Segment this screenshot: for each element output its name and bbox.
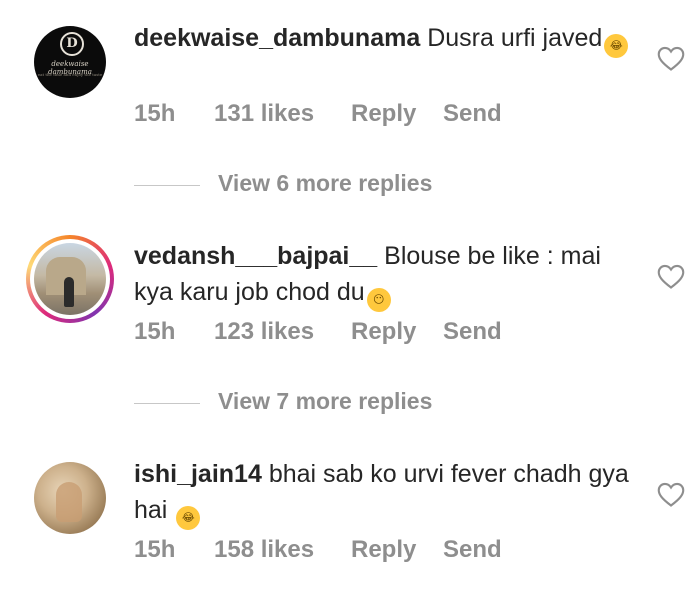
comment-username[interactable]: deekwaise_dambunama bbox=[134, 24, 420, 52]
comment-text: ishi_jain14 bhai sab ko urvi fever chadh… bbox=[134, 456, 634, 530]
comment-time: 15h bbox=[134, 100, 176, 127]
logo-initial: D bbox=[60, 32, 84, 56]
tears-of-joy-emoji-icon: 😂 bbox=[176, 506, 201, 530]
avatar bbox=[34, 243, 106, 315]
comment-time: 15h bbox=[134, 536, 176, 563]
reply-button[interactable]: Reply bbox=[351, 100, 416, 128]
logo-tagline: eat the time and enjoy the taste bbox=[37, 72, 103, 77]
avatar-figure-shape bbox=[56, 482, 82, 522]
comment-username[interactable]: vedansh___bajpai__ bbox=[134, 242, 377, 270]
flushed-face-emoji-icon: 😶 bbox=[366, 288, 391, 312]
comment-likes[interactable]: 131 likes bbox=[214, 100, 314, 128]
view-more-replies-label: View 6 more replies bbox=[218, 170, 433, 196]
reply-button[interactable]: Reply bbox=[351, 536, 416, 564]
divider-line bbox=[134, 403, 200, 404]
comment-time: 15h bbox=[134, 318, 176, 345]
comment-text: vedansh___bajpai__ Blouse be like : mai … bbox=[134, 238, 634, 312]
comment-likes[interactable]: 158 likes bbox=[214, 536, 314, 564]
avatar-story-ring[interactable] bbox=[26, 235, 114, 323]
send-button[interactable]: Send bbox=[443, 100, 502, 128]
divider-line bbox=[134, 185, 200, 186]
heart-outline-icon[interactable] bbox=[657, 482, 685, 508]
comment-text: deekwaise_dambunama Dusra urfi javed 😂 bbox=[134, 20, 634, 58]
send-button[interactable]: Send bbox=[443, 536, 502, 564]
view-more-replies[interactable]: View 7 more replies bbox=[134, 388, 534, 418]
avatar[interactable] bbox=[34, 462, 106, 534]
heart-outline-icon[interactable] bbox=[657, 264, 685, 290]
send-button[interactable]: Send bbox=[443, 318, 502, 346]
comment-likes[interactable]: 123 likes bbox=[214, 318, 314, 346]
heart-outline-icon[interactable] bbox=[657, 46, 685, 72]
comment-body: Dusra urfi javed bbox=[427, 24, 603, 52]
comment-username[interactable]: ishi_jain14 bbox=[134, 460, 262, 488]
view-more-replies[interactable]: View 6 more replies bbox=[134, 170, 534, 200]
view-more-replies-label: View 7 more replies bbox=[218, 388, 433, 414]
tears-of-joy-emoji-icon: 😂 bbox=[604, 34, 629, 58]
avatar[interactable]: D deekwaise dambunama eat the time and e… bbox=[34, 26, 106, 98]
avatar-person-shape bbox=[64, 277, 74, 307]
reply-button[interactable]: Reply bbox=[351, 318, 416, 346]
